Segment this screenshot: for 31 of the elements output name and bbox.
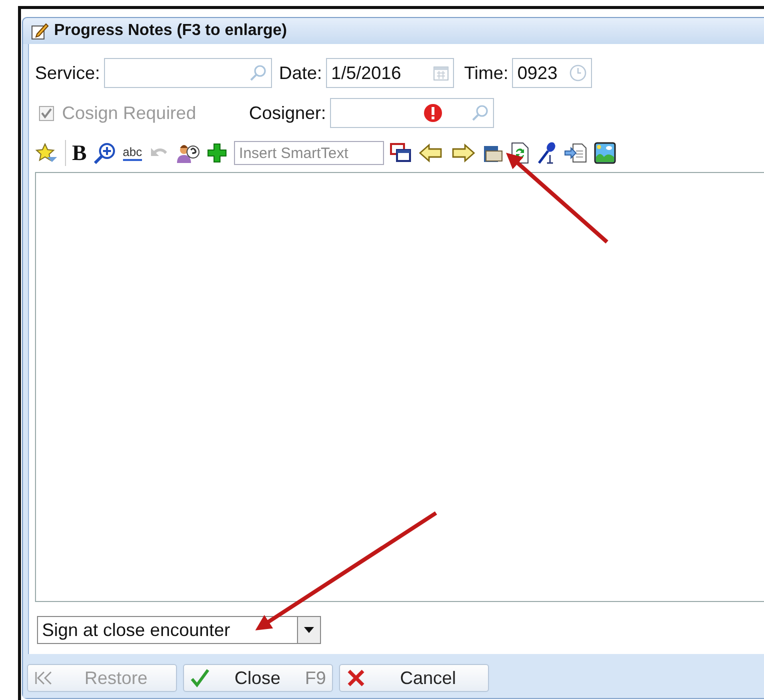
smarttext-field[interactable]: Insert SmartText [234, 141, 384, 165]
sign-option-dropdown[interactable]: Sign at close encounter [37, 616, 321, 644]
import-icon[interactable] [564, 142, 588, 164]
service-field[interactable] [104, 58, 272, 88]
windows-icon[interactable] [390, 143, 412, 163]
image-icon[interactable] [594, 142, 616, 164]
cosigner-field[interactable] [330, 98, 494, 128]
bold-button[interactable]: B [72, 140, 87, 166]
right-arrow-icon[interactable] [450, 143, 476, 163]
cosigner-label: Cosigner: [249, 102, 326, 124]
cosign-required-label: Cosign Required [62, 102, 196, 124]
time-field[interactable]: 0923 [512, 58, 592, 88]
pencil-note-icon [31, 22, 49, 40]
window-title: Progress Notes (F3 to enlarge) [54, 22, 287, 40]
service-label: Service: [35, 62, 100, 84]
cancel-button[interactable]: Cancel [339, 664, 489, 692]
left-arrow-icon[interactable] [418, 143, 444, 163]
add-icon[interactable] [206, 142, 228, 164]
time-label: Time: [464, 62, 508, 84]
date-field[interactable]: 1/5/2016 [326, 58, 454, 88]
person-question-icon[interactable] [176, 142, 200, 164]
rewind-icon [34, 670, 54, 686]
cancel-x-icon [346, 668, 366, 688]
dropdown-arrow-icon [304, 627, 314, 633]
star-icon[interactable] [35, 143, 59, 163]
zoom-in-icon[interactable] [92, 142, 117, 164]
date-label: Date: [279, 62, 322, 84]
microphone-icon[interactable] [536, 141, 558, 165]
checkmark-icon [190, 668, 210, 688]
spellcheck-button[interactable]: abc [122, 145, 142, 161]
close-button[interactable]: Close F9 [183, 664, 333, 692]
